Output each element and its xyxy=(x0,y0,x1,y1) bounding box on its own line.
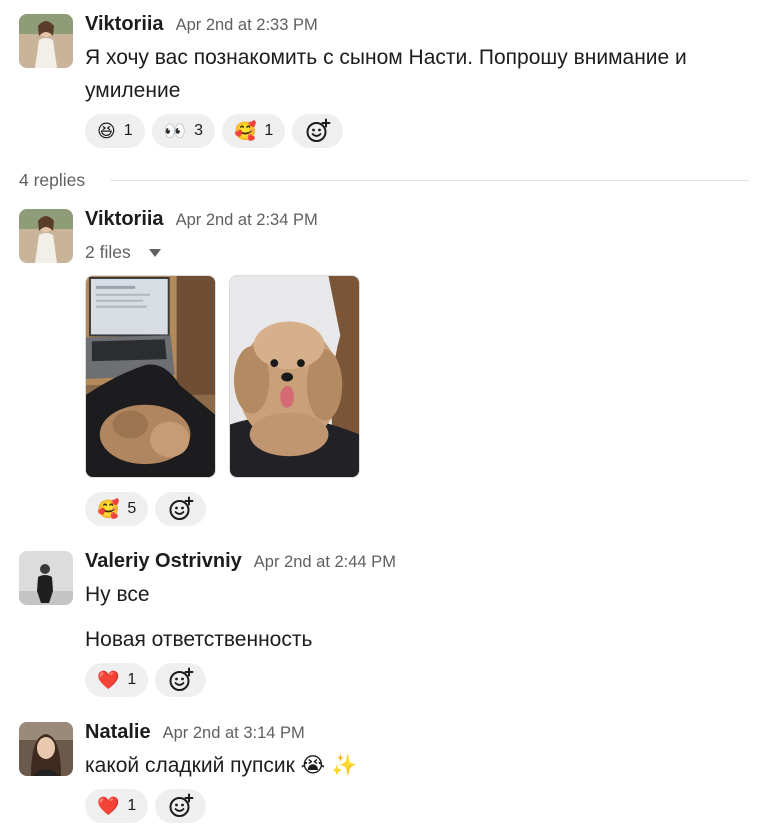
files-label: 2 files xyxy=(85,242,131,262)
files-toggle[interactable]: 2 files xyxy=(85,242,161,263)
laughing-emoji: 😆 xyxy=(97,121,116,141)
author-name[interactable]: Viktoriia xyxy=(85,208,164,231)
reactions-bar: ❤️ 1 xyxy=(85,789,207,823)
reactions-bar: ❤️ 1 xyxy=(85,663,207,697)
timestamp[interactable]: Apr 2nd at 2:44 PM xyxy=(254,553,396,572)
reaction-count: 1 xyxy=(127,797,137,814)
replies-count: 4 replies xyxy=(19,170,86,190)
message-header: Valeriy Ostrivniy Apr 2nd at 2:44 PM xyxy=(85,550,396,573)
avatar-valeriy[interactable] xyxy=(19,551,73,605)
message-text-line: Я хочу вас познакомить с сыном Насти. По… xyxy=(85,46,687,69)
add-reaction-icon xyxy=(169,793,194,817)
message-text-line: Ну все xyxy=(85,583,150,606)
timestamp[interactable]: Apr 2nd at 2:33 PM xyxy=(176,16,318,35)
red-heart-emoji: ❤️ xyxy=(97,670,120,690)
reaction-count: 3 xyxy=(194,122,203,139)
avatar-viktoriia[interactable] xyxy=(19,209,73,263)
eyes-emoji: 👀 xyxy=(163,121,187,141)
reaction-eyes[interactable]: 👀 3 xyxy=(151,114,215,148)
add-reaction-button[interactable] xyxy=(155,492,207,526)
smiling-hearts-emoji: 🥰 xyxy=(97,499,120,519)
add-reaction-icon xyxy=(169,496,194,520)
timestamp[interactable]: Apr 2nd at 3:14 PM xyxy=(163,724,305,743)
avatar-natalie[interactable] xyxy=(19,722,73,776)
message-text-line: Новая ответственность xyxy=(85,628,313,651)
reactions-bar: 😆 1 👀 3 🥰 1 xyxy=(85,114,344,148)
message-header: Natalie Apr 2nd at 3:14 PM xyxy=(85,721,305,744)
reaction-count: 1 xyxy=(264,122,274,139)
reaction-smiling-hearts[interactable]: 🥰 1 xyxy=(222,114,286,148)
message-header: Viktoriia Apr 2nd at 2:33 PM xyxy=(85,13,318,36)
reaction-count: 1 xyxy=(123,122,133,139)
image-attachment-laptop-dog[interactable] xyxy=(85,275,216,478)
caret-down-icon xyxy=(148,248,161,257)
avatar-viktoriia[interactable] xyxy=(19,14,73,68)
red-heart-emoji: ❤️ xyxy=(97,796,120,816)
author-name[interactable]: Natalie xyxy=(85,721,151,744)
timestamp[interactable]: Apr 2nd at 2:34 PM xyxy=(176,211,318,230)
replies-divider xyxy=(110,180,749,181)
add-reaction-button[interactable] xyxy=(292,114,344,148)
reactions-bar: 🥰 5 xyxy=(85,492,207,526)
reaction-smiling-hearts[interactable]: 🥰 5 xyxy=(85,492,149,526)
add-reaction-icon xyxy=(169,667,194,691)
reaction-heart[interactable]: ❤️ 1 xyxy=(85,789,149,823)
add-reaction-icon xyxy=(306,118,331,142)
add-reaction-button[interactable] xyxy=(155,663,207,697)
reaction-heart[interactable]: ❤️ 1 xyxy=(85,663,149,697)
message-text-line: какой сладкий пупсик 😭 ✨ xyxy=(85,754,358,777)
reaction-count: 1 xyxy=(127,671,137,688)
message-header: Viktoriia Apr 2nd at 2:34 PM xyxy=(85,208,318,231)
author-name[interactable]: Viktoriia xyxy=(85,13,164,36)
reaction-laughing[interactable]: 😆 1 xyxy=(85,114,145,148)
reaction-count: 5 xyxy=(127,500,137,517)
image-attachment-puppy[interactable] xyxy=(229,275,360,478)
add-reaction-button[interactable] xyxy=(155,789,207,823)
author-name[interactable]: Valeriy Ostrivniy xyxy=(85,550,242,573)
smiling-hearts-emoji: 🥰 xyxy=(234,121,257,141)
message-text-line: умиление xyxy=(85,79,181,102)
